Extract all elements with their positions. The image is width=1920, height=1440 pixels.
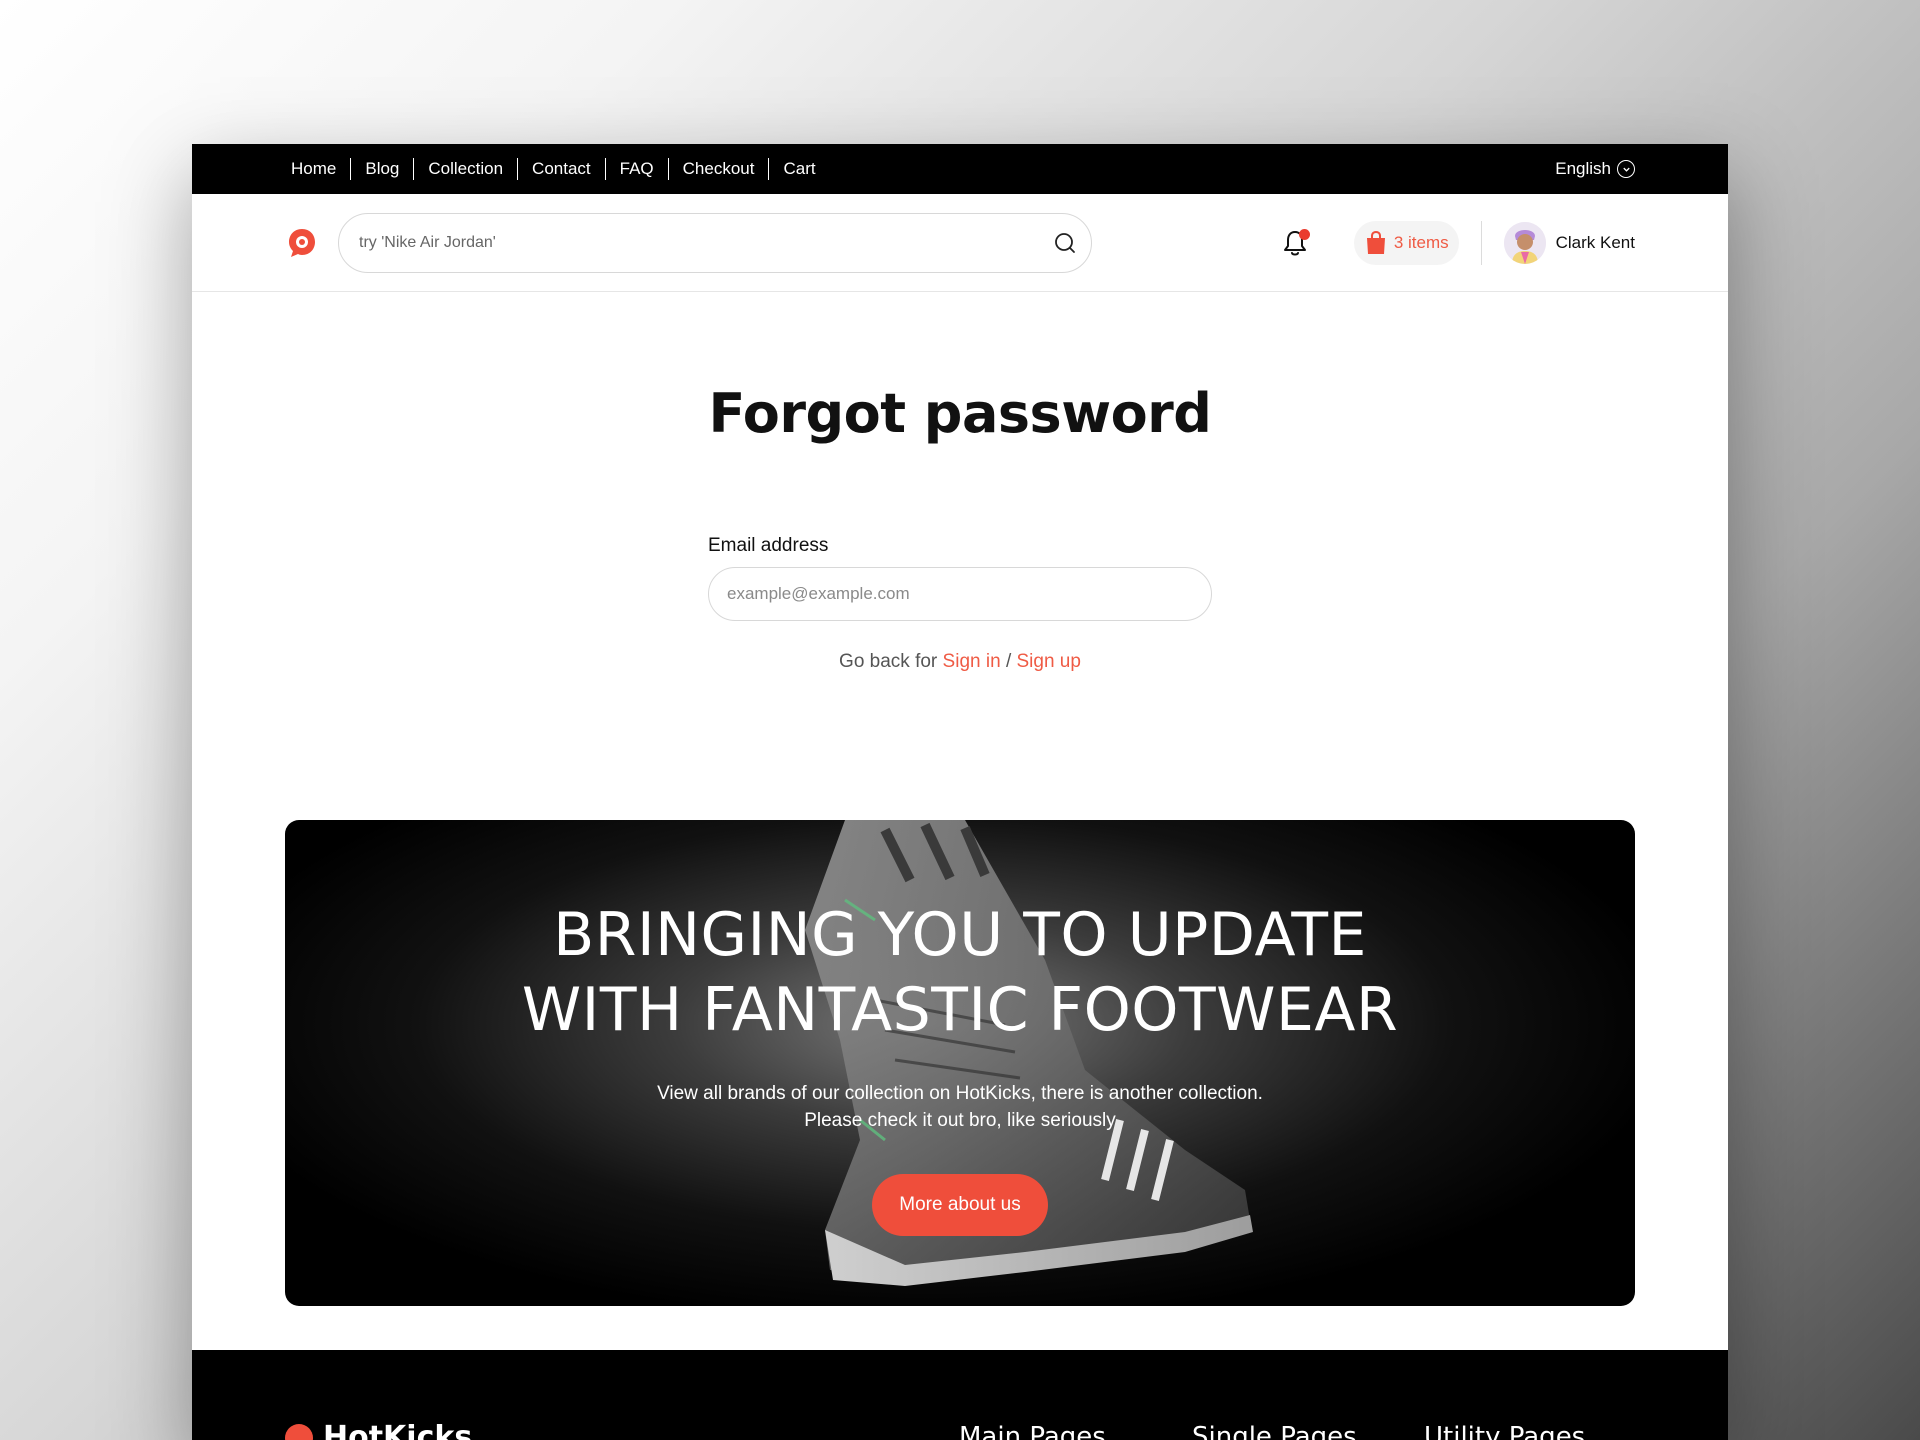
page-title: Forgot password xyxy=(708,382,1212,445)
more-about-us-button[interactable]: More about us xyxy=(872,1174,1048,1236)
header-divider xyxy=(1480,220,1482,265)
nav-blog[interactable]: Blog xyxy=(350,158,413,180)
site-header: 3 items Clark Kent xyxy=(192,194,1728,292)
footer-brand-name: HotKicks xyxy=(323,1420,473,1440)
banner-subtitle-line2: Please check it out bro, like seriously xyxy=(804,1110,1116,1131)
footer-col-main-pages: Main Pages xyxy=(959,1422,1106,1440)
link-separator: / xyxy=(1005,651,1012,672)
promo-banner: BRINGING YOU TO UPDATE WITH FANTASTIC FO… xyxy=(285,820,1635,1306)
language-label: English xyxy=(1555,159,1611,178)
search-icon[interactable] xyxy=(1053,231,1077,255)
notification-dot xyxy=(1298,228,1310,240)
search-input[interactable] xyxy=(359,233,1053,252)
footer-col-utility-pages: Utility Pages xyxy=(1424,1422,1586,1440)
shopping-bag-icon xyxy=(1366,230,1385,254)
avatar xyxy=(1503,221,1546,264)
sign-up-link[interactable]: Sign up xyxy=(1017,651,1081,672)
banner-content: BRINGING YOU TO UPDATE WITH FANTASTIC FO… xyxy=(285,898,1635,1236)
cart-button[interactable]: 3 items xyxy=(1353,220,1459,265)
banner-title-line1: BRINGING YOU TO UPDATE xyxy=(553,900,1367,970)
hotkicks-logo-icon[interactable] xyxy=(286,227,318,259)
user-name: Clark Kent xyxy=(1555,232,1635,252)
email-field[interactable] xyxy=(708,567,1212,621)
user-menu[interactable]: Clark Kent xyxy=(1503,221,1635,264)
header-actions: 3 items Clark Kent xyxy=(1280,220,1635,265)
forgot-password-form: Email address xyxy=(708,535,1212,621)
site-footer: HotKicks Main Pages Single Pages Utility… xyxy=(192,1350,1728,1440)
hotkicks-logo-icon xyxy=(285,1423,313,1440)
top-nav: Home Blog Collection Contact FAQ Checkou… xyxy=(283,158,830,180)
nav-faq[interactable]: FAQ xyxy=(604,158,668,180)
banner-subtitle: View all brands of our collection on Hot… xyxy=(285,1080,1635,1134)
banner-title: BRINGING YOU TO UPDATE WITH FANTASTIC FO… xyxy=(285,898,1635,1048)
nav-collection[interactable]: Collection xyxy=(413,158,517,180)
nav-checkout[interactable]: Checkout xyxy=(667,158,769,180)
go-back-links: Go back for Sign in / Sign up xyxy=(192,651,1728,673)
nav-home[interactable]: Home xyxy=(283,158,350,180)
forgot-password-section: Forgot password Email address Go back fo… xyxy=(192,382,1728,673)
sign-in-link[interactable]: Sign in xyxy=(943,651,1001,672)
cart-count: 3 items xyxy=(1393,232,1449,252)
notification-button[interactable] xyxy=(1280,228,1310,258)
banner-subtitle-line1: View all brands of our collection on Hot… xyxy=(657,1083,1263,1104)
chevron-down-icon xyxy=(1617,160,1635,178)
footer-brand[interactable]: HotKicks xyxy=(285,1420,472,1440)
top-nav-bar: Home Blog Collection Contact FAQ Checkou… xyxy=(192,144,1728,194)
email-label: Email address xyxy=(708,535,829,556)
language-selector[interactable]: English xyxy=(1555,159,1635,179)
nav-cart[interactable]: Cart xyxy=(768,158,829,180)
go-back-text: Go back for xyxy=(839,651,938,672)
banner-title-line2: WITH FANTASTIC FOOTWEAR xyxy=(521,975,1399,1045)
browser-window: Home Blog Collection Contact FAQ Checkou… xyxy=(192,144,1728,1440)
footer-col-single-pages: Single Pages xyxy=(1192,1422,1357,1440)
search-bar xyxy=(338,212,1092,273)
nav-contact[interactable]: Contact xyxy=(517,158,605,180)
